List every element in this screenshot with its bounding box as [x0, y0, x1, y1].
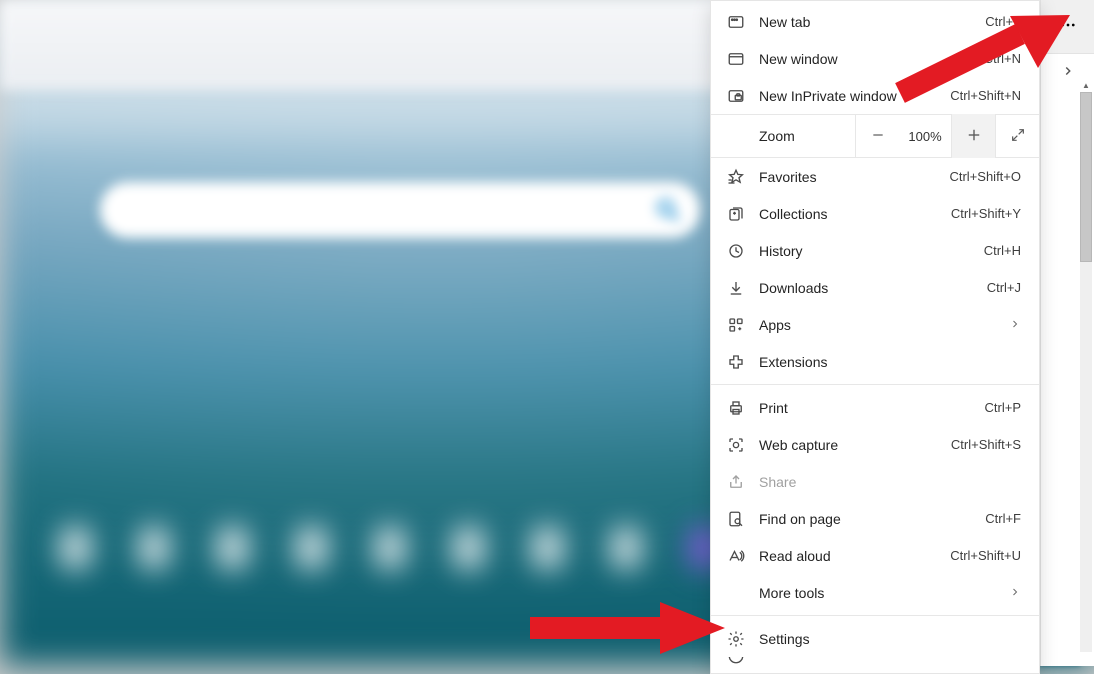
read-aloud-icon [727, 547, 745, 565]
menu-item-shortcut: Ctrl+T [985, 14, 1021, 29]
menu-item-print[interactable]: Print Ctrl+P [711, 389, 1039, 426]
ellipsis-icon [1059, 16, 1077, 37]
menu-item-read-aloud[interactable]: Read aloud Ctrl+Shift+U [711, 537, 1039, 574]
menu-item-apps[interactable]: Apps [711, 306, 1039, 343]
menu-item-shortcut: Ctrl+Shift+N [950, 88, 1021, 103]
gear-icon [727, 630, 745, 648]
menu-item-label: Settings [759, 631, 1021, 647]
page-search-pill-blur [100, 182, 700, 238]
settings-and-more-menu: New tab Ctrl+T New window Ctrl+N New InP… [710, 0, 1040, 674]
find-icon [727, 510, 745, 528]
inprivate-icon [727, 87, 745, 105]
zoom-out-button[interactable] [855, 114, 899, 158]
scrollbar-thumb[interactable] [1080, 92, 1092, 262]
menu-item-web-capture[interactable]: Web capture Ctrl+Shift+S [711, 426, 1039, 463]
menu-item-shortcut: Ctrl+Shift+U [950, 548, 1021, 563]
collections-icon [727, 205, 745, 223]
share-icon [727, 473, 745, 491]
chevron-right-icon [1009, 585, 1021, 601]
menu-item-cutoff [711, 657, 1039, 671]
zoom-in-button[interactable] [951, 114, 995, 158]
menu-item-favorites[interactable]: Favorites Ctrl+Shift+O [711, 158, 1039, 195]
new-tab-icon [727, 13, 745, 31]
menu-item-label: Extensions [759, 354, 1021, 370]
fullscreen-icon [1010, 127, 1026, 146]
settings-and-more-button[interactable] [1041, 0, 1094, 54]
web-capture-icon [727, 436, 745, 454]
menu-item-label: Find on page [759, 511, 985, 527]
menu-item-label: History [759, 243, 984, 259]
menu-item-shortcut: Ctrl+F [985, 511, 1021, 526]
menu-item-shortcut: Ctrl+Shift+S [951, 437, 1021, 452]
menu-item-history[interactable]: History Ctrl+H [711, 232, 1039, 269]
menu-item-label: New tab [759, 14, 985, 30]
history-icon [727, 242, 745, 260]
menu-item-shortcut: Ctrl+P [985, 400, 1021, 415]
menu-item-label: Apps [759, 317, 1009, 333]
menu-item-shortcut: Ctrl+Shift+O [949, 169, 1021, 184]
menu-item-label: Print [759, 400, 985, 416]
new-window-icon [727, 50, 745, 68]
scrollbar-up-arrow[interactable]: ▲ [1080, 80, 1092, 92]
menu-item-new-tab[interactable]: New tab Ctrl+T [711, 3, 1039, 40]
menu-item-shortcut: Ctrl+Shift+Y [951, 206, 1021, 221]
apps-icon [727, 316, 745, 334]
blank-icon [727, 584, 745, 602]
menu-item-collections[interactable]: Collections Ctrl+Shift+Y [711, 195, 1039, 232]
menu-item-find-on-page[interactable]: Find on page Ctrl+F [711, 500, 1039, 537]
menu-item-downloads[interactable]: Downloads Ctrl+J [711, 269, 1039, 306]
menu-item-shortcut: Ctrl+J [987, 280, 1021, 295]
menu-item-label: More tools [759, 585, 1009, 601]
menu-item-more-tools[interactable]: More tools [711, 574, 1039, 611]
chevron-right-icon [1009, 317, 1021, 333]
zoom-label: Zoom [711, 128, 855, 144]
favorites-icon [727, 168, 745, 186]
menu-separator [711, 384, 1039, 385]
help-icon [727, 657, 745, 665]
menu-item-label: Share [759, 474, 1021, 490]
plus-icon [965, 126, 983, 147]
menu-item-label: Web capture [759, 437, 951, 453]
menu-item-extensions[interactable]: Extensions [711, 343, 1039, 380]
browser-side-toolbar: ▲ [1040, 0, 1094, 666]
menu-item-settings[interactable]: Settings [711, 620, 1039, 657]
menu-item-label: New InPrivate window [759, 88, 950, 104]
chevron-right-icon [1061, 64, 1075, 81]
menu-item-new-window[interactable]: New window Ctrl+N [711, 40, 1039, 77]
menu-item-label: Downloads [759, 280, 987, 296]
downloads-icon [727, 279, 745, 297]
menu-item-shortcut: Ctrl+N [984, 51, 1021, 66]
search-icon [654, 196, 682, 224]
menu-item-new-inprivate[interactable]: New InPrivate window Ctrl+Shift+N [711, 77, 1039, 114]
menu-item-share: Share [711, 463, 1039, 500]
zoom-value: 100% [899, 129, 951, 144]
extensions-icon [727, 353, 745, 371]
menu-item-label: New window [759, 51, 984, 67]
menu-item-label: Favorites [759, 169, 949, 185]
print-icon [727, 399, 745, 417]
taskbar-blur [0, 526, 720, 596]
minus-icon [870, 127, 886, 146]
zoom-row: Zoom 100% [711, 114, 1039, 158]
menu-item-label: Collections [759, 206, 951, 222]
menu-item-shortcut: Ctrl+H [984, 243, 1021, 258]
menu-separator [711, 615, 1039, 616]
fullscreen-button[interactable] [995, 114, 1039, 158]
menu-item-label: Read aloud [759, 548, 950, 564]
